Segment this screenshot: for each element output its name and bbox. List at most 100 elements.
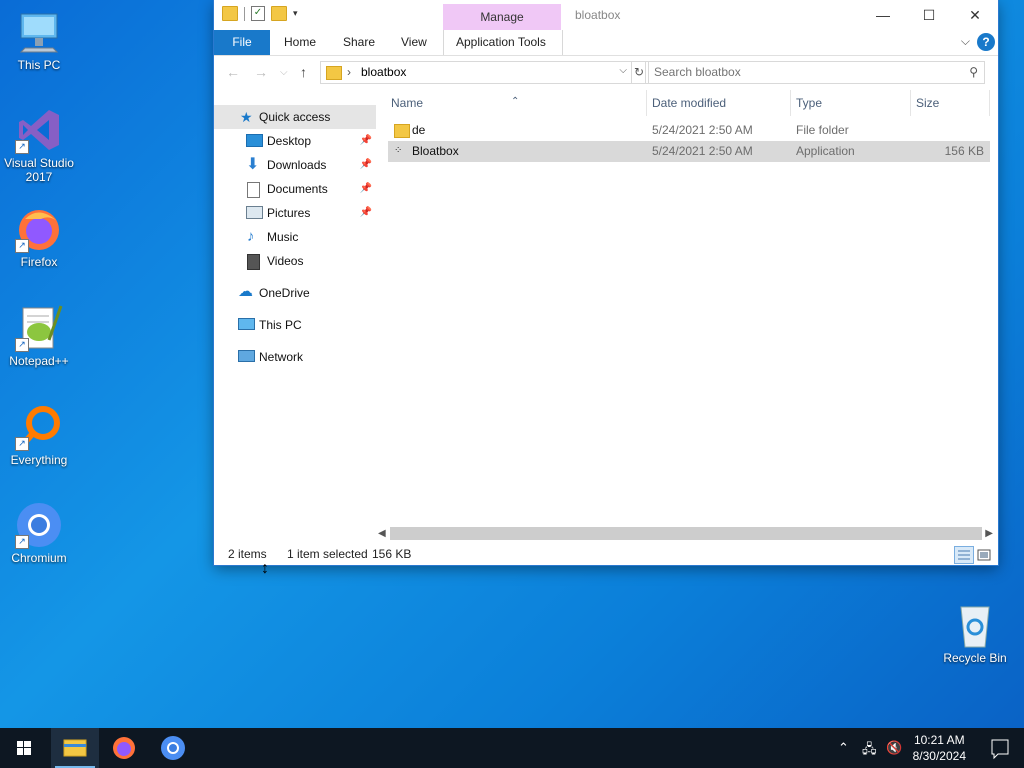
pin-icon[interactable]: 📌 (360, 153, 372, 177)
taskbar-firefox[interactable] (100, 728, 148, 768)
chromium-icon: ↗ (15, 501, 63, 549)
file-row-selected[interactable]: ⁘ Bloatbox 5/24/2021 2:50 AM Application… (388, 141, 990, 162)
selection-count: 1 item selected (287, 547, 368, 561)
sort-ascending-icon: ⌃ (511, 96, 520, 107)
customize-toolbar-icon[interactable]: ▾ (293, 8, 298, 19)
desktop-icon-label: Firefox (20, 255, 58, 269)
nav-label: Downloads (267, 158, 327, 172)
star-icon: ★ (240, 109, 253, 125)
large-icons-view-icon[interactable] (974, 546, 994, 564)
search-box[interactable]: ⚲ (645, 61, 985, 84)
nav-pictures[interactable]: Pictures 📌 (214, 201, 376, 225)
file-row[interactable]: de 5/24/2021 2:50 AM File folder (388, 120, 990, 141)
desktop-icon-notepadpp[interactable]: ↗ Notepad++ (1, 304, 77, 368)
nav-label: Desktop (267, 134, 312, 148)
scroll-left-icon[interactable]: ◀ (378, 525, 386, 542)
minimize-button[interactable]: — (860, 0, 906, 30)
properties-icon[interactable]: ✓ (251, 6, 265, 21)
desktop-icon-visual-studio[interactable]: ↗ Visual Studio 2017 (1, 106, 77, 184)
taskbar-chromium[interactable] (149, 728, 197, 768)
nav-label: This PC (259, 318, 302, 332)
shortcut-arrow-icon: ↗ (15, 535, 29, 549)
clock-date: 8/30/2024 (912, 749, 966, 763)
new-folder-icon[interactable] (271, 6, 287, 21)
nav-music[interactable]: ♪ Music (214, 225, 376, 249)
computer-icon (238, 318, 255, 330)
pin-icon[interactable]: 📌 (360, 129, 372, 153)
desktop-icon-firefox[interactable]: ↗ Firefox (1, 205, 77, 269)
network-status-icon[interactable]: 🖧 (862, 740, 877, 762)
horizontal-scrollbar[interactable]: ◀ ▶ (374, 525, 996, 542)
desktop-icon-recycle-bin[interactable]: Recycle Bin (937, 601, 1013, 665)
action-center-button[interactable] (976, 728, 1024, 768)
forward-button[interactable]: → (254, 64, 268, 80)
tab-share[interactable]: Share (331, 30, 387, 55)
search-input[interactable] (652, 64, 956, 80)
taskbar-file-explorer[interactable] (51, 728, 99, 768)
title-bar[interactable]: ✓ ▾ Manage bloatbox — ☐ ✕ (214, 0, 998, 30)
nav-onedrive[interactable]: ☁ OneDrive (214, 281, 376, 305)
desktop-icon-label: This PC (17, 58, 61, 72)
up-button[interactable]: ↑ (300, 64, 307, 80)
search-icon: ⚲ (969, 65, 978, 79)
pin-icon[interactable]: 📌 (360, 201, 372, 225)
shortcut-arrow-icon: ↗ (15, 338, 29, 352)
column-size[interactable]: Size (916, 96, 939, 110)
column-type[interactable]: Type (796, 96, 822, 110)
maximize-button[interactable]: ☐ (906, 0, 952, 30)
column-headers: ⌃ Name Date modified Type Size (388, 88, 990, 117)
address-dropdown-icon[interactable]: ⌵ (619, 65, 627, 76)
volume-muted-icon[interactable]: 🔇 (886, 740, 902, 756)
nav-label: OneDrive (259, 286, 310, 300)
nav-desktop[interactable]: Desktop 📌 (214, 129, 376, 153)
desktop-icon-this-pc[interactable]: This PC (1, 8, 77, 72)
tab-application-tools[interactable]: Application Tools (443, 30, 563, 55)
recent-locations-icon[interactable]: ⌵ (280, 67, 288, 78)
firefox-icon: ↗ (15, 205, 63, 253)
expand-ribbon-icon[interactable]: ⌵ (961, 34, 970, 49)
nav-documents[interactable]: Documents 📌 (214, 177, 376, 201)
nav-network[interactable]: Network (214, 345, 376, 369)
nav-videos[interactable]: Videos (214, 249, 376, 273)
nav-downloads[interactable]: ⬇ Downloads 📌 (214, 153, 376, 177)
folder-icon (222, 6, 238, 21)
details-view-icon[interactable] (954, 546, 974, 564)
desktop-icon-chromium[interactable]: ↗ Chromium (1, 501, 77, 565)
desktop-icon-label: Recycle Bin (943, 651, 1007, 665)
shortcut-arrow-icon: ↗ (15, 239, 29, 253)
clock-time: 10:21 AM (913, 733, 965, 747)
desktop-icon-everything[interactable]: ↗ Everything (1, 403, 77, 467)
scroll-right-icon[interactable]: ▶ (985, 525, 993, 542)
address-path[interactable]: bloatbox (361, 65, 406, 79)
everything-icon: ↗ (15, 403, 63, 451)
scrollbar-thumb[interactable] (390, 527, 982, 540)
tab-home[interactable]: Home (272, 30, 328, 55)
show-hidden-icons-icon[interactable]: ⌃ (838, 740, 849, 756)
application-icon: ⁘ (394, 145, 403, 156)
column-date-modified[interactable]: Date modified (652, 96, 726, 110)
tab-file[interactable]: File (214, 30, 270, 55)
status-bar: 2 items 1 item selected 156 KB (214, 543, 998, 565)
back-button[interactable]: ← (226, 64, 240, 80)
nav-this-pc[interactable]: This PC (214, 313, 376, 337)
file-type: Application (796, 144, 855, 158)
breadcrumb-separator-icon[interactable]: › (347, 65, 351, 79)
column-name[interactable]: Name (391, 96, 423, 110)
navigation-pane: ★ Quick access Desktop 📌 ⬇ Downloads 📌 D… (214, 105, 376, 369)
taskbar: ⌃ 🖧 🔇 10:21 AM 8/30/2024 (0, 728, 1024, 768)
nav-label: Videos (267, 254, 304, 268)
tab-manage[interactable]: Manage (443, 4, 561, 30)
nav-label: Network (259, 350, 304, 364)
close-button[interactable]: ✕ (952, 0, 998, 30)
clock[interactable]: 10:21 AM 8/30/2024 (913, 732, 966, 764)
help-icon[interactable]: ? (977, 33, 995, 51)
start-button[interactable] (0, 728, 48, 768)
nav-label: Music (267, 230, 299, 244)
shortcut-arrow-icon: ↗ (15, 140, 29, 154)
tab-view[interactable]: View (389, 30, 439, 55)
desktop-icon-label: Visual Studio 2017 (4, 156, 74, 184)
nav-quick-access[interactable]: ★ Quick access (214, 105, 376, 129)
file-explorer-icon (63, 739, 87, 757)
pin-icon[interactable]: 📌 (360, 177, 372, 201)
address-bar[interactable]: › bloatbox ⌵ (320, 61, 632, 84)
